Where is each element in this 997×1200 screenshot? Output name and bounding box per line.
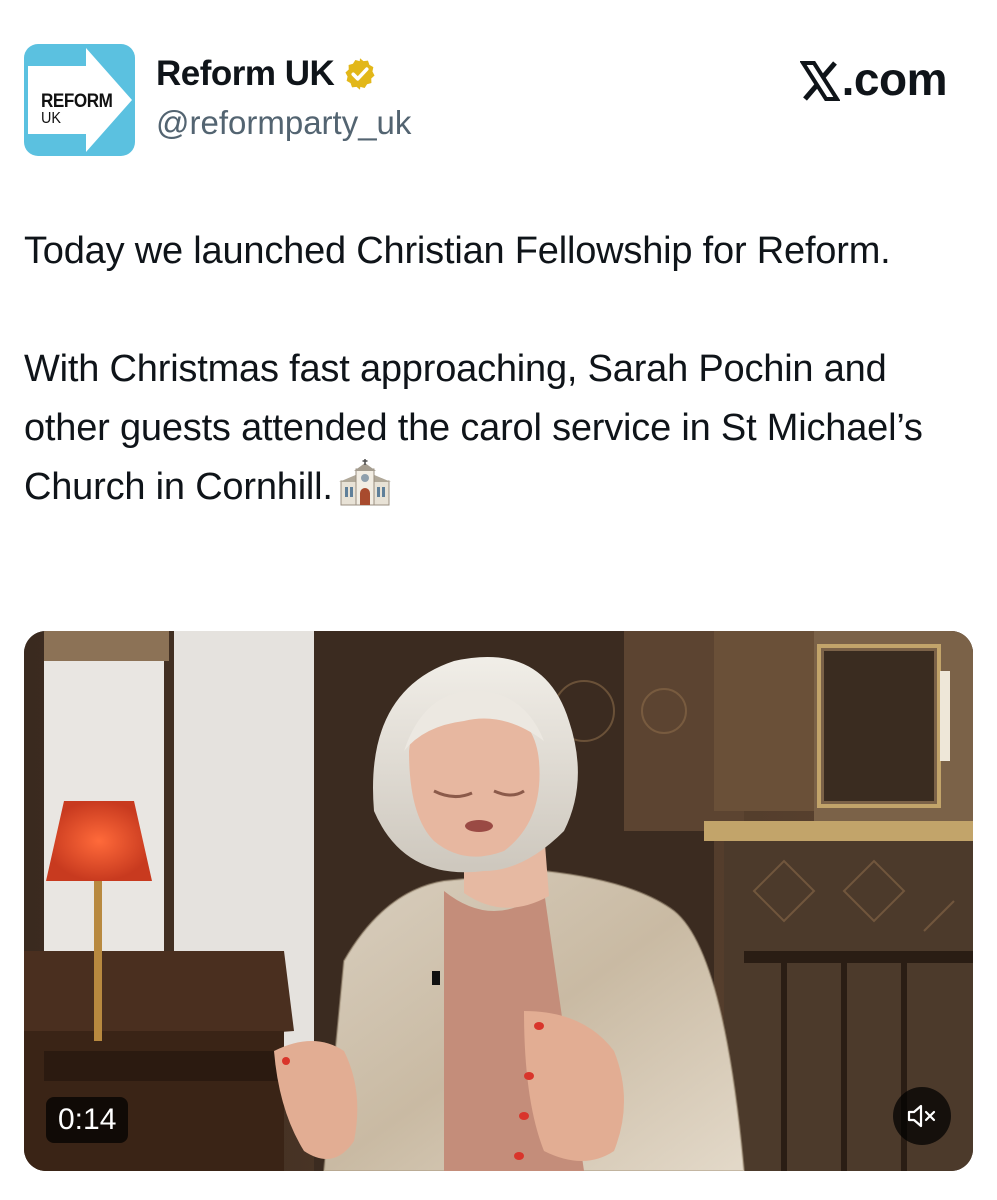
tweet-paragraph-2-text: With Christmas fast approaching, Sarah P… bbox=[24, 348, 923, 508]
x-com-watermark: .com bbox=[799, 52, 948, 106]
author-display-name[interactable]: Reform UK bbox=[156, 54, 378, 94]
site-mark-text: .com bbox=[841, 53, 948, 105]
verified-badge-icon bbox=[345, 58, 375, 90]
logo-text-reform: REFORM bbox=[41, 91, 113, 112]
tweet-paragraph-2: With Christmas fast approaching, Sarah P… bbox=[24, 340, 974, 517]
author-name-text: Reform UK bbox=[156, 54, 335, 93]
mute-button[interactable] bbox=[893, 1087, 951, 1145]
x-logo-icon bbox=[799, 61, 840, 101]
logo-text-uk: UK bbox=[41, 110, 62, 127]
video-player[interactable]: 0:14 bbox=[24, 631, 973, 1171]
tweet-text: Today we launched Christian Fellowship f… bbox=[24, 222, 974, 517]
speaker-muted-icon bbox=[907, 1104, 936, 1128]
video-frame bbox=[24, 631, 973, 1171]
avatar[interactable]: REFORM UK bbox=[24, 44, 135, 156]
video-duration-badge: 0:14 bbox=[46, 1097, 129, 1143]
church-icon bbox=[338, 459, 391, 506]
author-handle[interactable]: @reformparty_uk bbox=[156, 104, 411, 142]
tweet-paragraph-1: Today we launched Christian Fellowship f… bbox=[24, 230, 891, 272]
